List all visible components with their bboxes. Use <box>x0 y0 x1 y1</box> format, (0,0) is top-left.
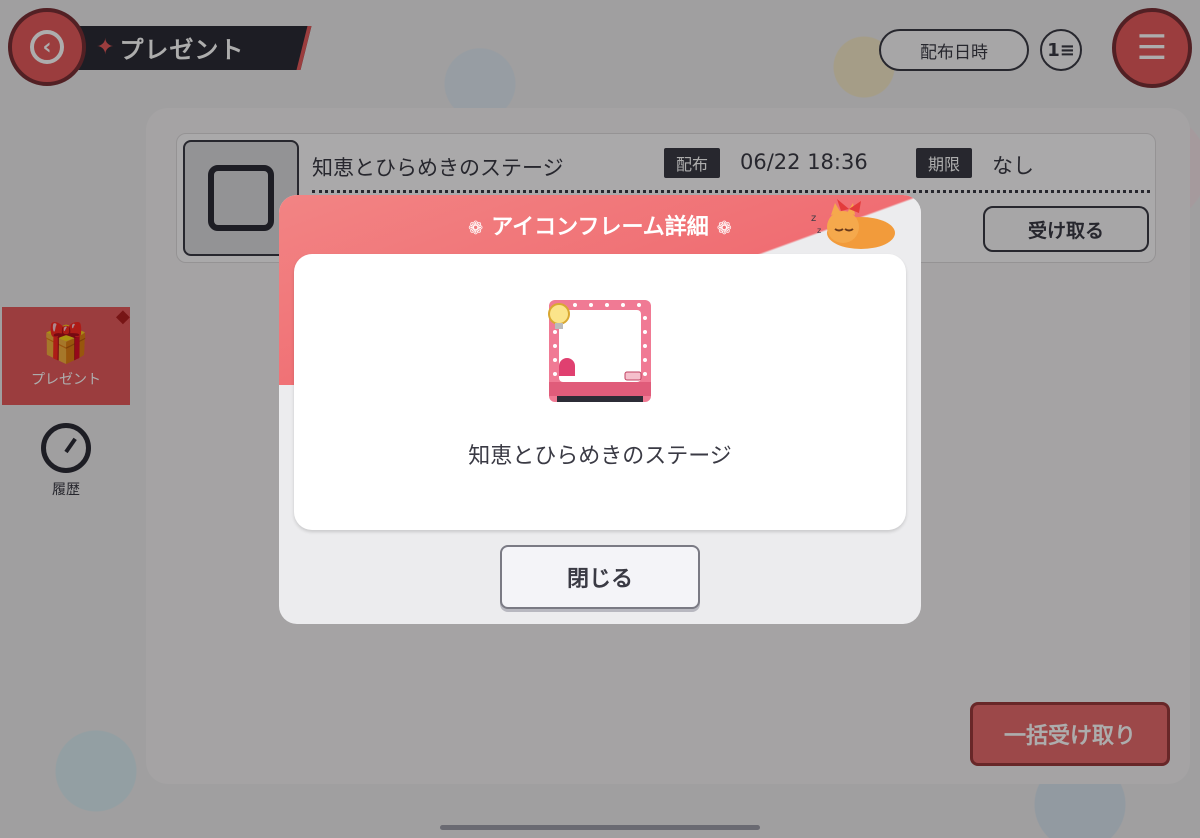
svg-text:z: z <box>817 226 821 235</box>
modal-content: 知恵とひらめきのステージ <box>294 254 906 530</box>
svg-text:z: z <box>811 213 816 224</box>
paw-icon: ❁ <box>716 218 732 239</box>
close-button[interactable]: 閉じる <box>500 545 700 609</box>
modal-title-label: アイコンフレーム詳細 <box>491 215 709 240</box>
paw-icon: ❁ <box>468 218 484 239</box>
stage-frame-icon <box>548 300 651 402</box>
icon-frame-detail-modal: ❁ アイコンフレーム詳細 ❁ z z 知恵とひらめきのステージ 閉じる <box>279 195 921 624</box>
home-indicator[interactable] <box>440 825 760 830</box>
sleeping-cat-icon: z z <box>811 199 895 249</box>
modal-item-name: 知恵とひらめきのステージ <box>468 444 732 469</box>
